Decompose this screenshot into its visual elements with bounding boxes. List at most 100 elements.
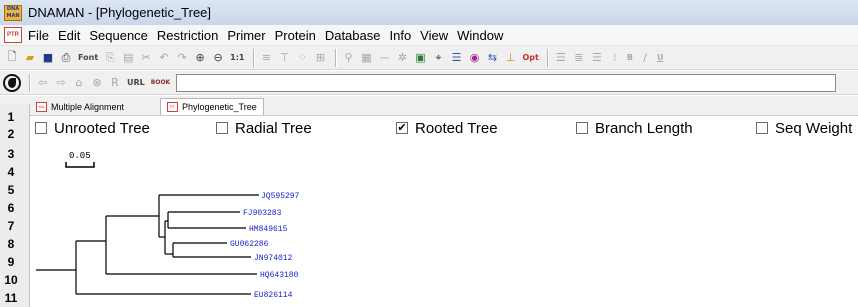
restriction-icon[interactable]: ⚲ [341, 50, 357, 66]
tree-icon[interactable]: ⊤ [277, 50, 293, 66]
home-icon[interactable]: ⌂ [71, 75, 87, 91]
menu-edit[interactable]: Edit [58, 27, 80, 44]
option-unrooted-tree[interactable]: Unrooted Tree [35, 119, 150, 137]
paste-icon[interactable]: ▤ [120, 50, 136, 66]
option-seq-weight[interactable]: Seq Weight [756, 119, 852, 137]
cut-icon[interactable]: ✂ [138, 50, 154, 66]
italic-icon[interactable]: ∕ [637, 50, 653, 66]
leaf-label: GU062286 [230, 240, 269, 249]
menu-primer[interactable]: Primer [227, 27, 265, 44]
tab-label: Multiple Alignment [51, 101, 125, 112]
bookmark-button[interactable]: BOOK [149, 75, 172, 91]
tab-multiple-alignment[interactable]: MA Multiple Alignment [30, 98, 130, 115]
refresh-icon[interactable]: R [107, 75, 123, 91]
navigation-toolbar: ⇦ ⇨ ⌂ ⊗ R URL BOOK [0, 71, 858, 95]
row-number: 3 [7, 147, 15, 161]
align-right-icon[interactable]: ☰ [589, 50, 605, 66]
forward-icon[interactable]: ⇨ [53, 75, 69, 91]
redo-icon[interactable]: ↷ [174, 50, 190, 66]
app-logo-icon: DNA MAN [4, 4, 22, 21]
menu-sequence[interactable]: Sequence [89, 27, 148, 44]
dotplot-icon[interactable]: ⁘ [295, 50, 311, 66]
zoom-reset-button[interactable]: 1:1 [228, 50, 246, 66]
menu-database[interactable]: Database [325, 27, 381, 44]
tab-label: Phylogenetic_Tree [182, 102, 257, 112]
row-number: 10 [4, 273, 18, 287]
zoom-out-icon[interactable]: ⊖ [210, 50, 226, 66]
document-icon[interactable]: PTR [4, 27, 22, 43]
translate-icon[interactable]: ⎓ [377, 50, 393, 66]
scale-bar [65, 162, 95, 168]
option-label: Branch Length [595, 119, 693, 137]
menu-view[interactable]: View [420, 27, 448, 44]
option-label: Seq Weight [775, 119, 853, 137]
row-number: 5 [7, 183, 15, 197]
back-icon[interactable]: ⇦ [35, 75, 51, 91]
bold-button[interactable]: B [625, 50, 635, 66]
zoom-in-icon[interactable]: ⊕ [192, 50, 208, 66]
tree-canvas: 0.05 JQ595297 FJ903283 HM849615 GU062286… [31, 140, 858, 307]
map-icon[interactable]: ▦ [359, 50, 375, 66]
menu-window[interactable]: Window [457, 27, 503, 44]
row-gutter: 1 2 3 4 5 6 7 8 9 10 11 [0, 104, 30, 307]
chart-icon[interactable]: ▣ [413, 50, 429, 66]
row-number: 11 [4, 291, 18, 305]
underline-button[interactable]: U [655, 50, 666, 66]
align-icon[interactable]: ≡ [259, 50, 275, 66]
rooted-tree-checkbox[interactable]: ✔ [396, 122, 408, 134]
primer-icon[interactable]: ⊥ [503, 50, 519, 66]
align-left-icon[interactable]: ☰ [553, 50, 569, 66]
tab-phylogenetic-tree[interactable]: PT Phylogenetic_Tree [160, 98, 264, 115]
target-icon[interactable]: ◉ [467, 50, 483, 66]
align-center-icon[interactable]: ≣ [571, 50, 587, 66]
bullet-list-icon[interactable]: ⁝ [607, 50, 623, 66]
option-branch-length[interactable]: Branch Length [576, 119, 693, 137]
title-bar: DNA MAN DNAMAN - [Phylogenetic_Tree] [0, 0, 858, 25]
toolbar-separator [29, 73, 31, 92]
copy-icon[interactable]: ⎘ [102, 50, 118, 66]
menu-info[interactable]: Info [389, 27, 411, 44]
leaf-label: FJ903283 [243, 209, 282, 218]
option-radial-tree[interactable]: Radial Tree [216, 119, 312, 137]
row-number: 2 [7, 127, 15, 141]
option-rooted-tree[interactable]: ✔ Rooted Tree [396, 119, 498, 137]
binoculars-icon[interactable]: ⌖ [431, 50, 447, 66]
print-icon[interactable]: ⎙ [58, 50, 74, 66]
row-number: 9 [7, 255, 15, 269]
radial-tree-checkbox[interactable] [216, 122, 228, 134]
row-number: 4 [7, 165, 15, 179]
tree-branches [36, 194, 259, 295]
leaf-label: HQ643180 [260, 271, 299, 280]
seq-weight-checkbox[interactable] [756, 122, 768, 134]
toolbar-separator [334, 48, 337, 67]
row-number: 6 [7, 201, 15, 215]
grid-icon[interactable]: ⊞ [313, 50, 329, 66]
globe-icon[interactable] [3, 73, 21, 92]
menu-file[interactable]: File [28, 27, 49, 44]
arrows-icon[interactable]: ⇆ [485, 50, 501, 66]
font-button[interactable]: Font [76, 50, 100, 66]
list-icon[interactable]: ☰ [449, 50, 465, 66]
branch-length-checkbox[interactable] [576, 122, 588, 134]
menu-restriction[interactable]: Restriction [157, 27, 218, 44]
menu-protein[interactable]: Protein [275, 27, 316, 44]
unrooted-tree-checkbox[interactable] [35, 122, 47, 134]
row-number: 7 [7, 219, 15, 233]
document-tabs: MA Multiple Alignment PT Phylogenetic_Tr… [0, 96, 858, 116]
undo-icon[interactable]: ↶ [156, 50, 172, 66]
save-icon[interactable]: ■ [40, 50, 56, 66]
url-input[interactable] [176, 73, 837, 92]
main-toolbar: 🗋 ▰ ■ ⎙ Font ⎘ ▤ ✂ ↶ ↷ ⊕ ⊖ 1:1 ≡ ⊤ ⁘ ⊞ ⚲… [0, 46, 858, 70]
row-number: 8 [7, 237, 15, 251]
leaf-label: EU826114 [254, 291, 293, 300]
toolbar-separator [252, 48, 255, 67]
protein-icon[interactable]: ✲ [395, 50, 411, 66]
new-file-icon[interactable]: 🗋 [4, 50, 20, 66]
option-label: Rooted Tree [415, 119, 498, 137]
leaf-label: JN974012 [254, 254, 293, 263]
tree-doc-icon: PT [167, 102, 178, 112]
stop-icon[interactable]: ⊗ [89, 75, 105, 91]
option-label: Unrooted Tree [54, 119, 150, 137]
open-folder-icon[interactable]: ▰ [22, 50, 38, 66]
options-button[interactable]: Opt [521, 50, 541, 66]
